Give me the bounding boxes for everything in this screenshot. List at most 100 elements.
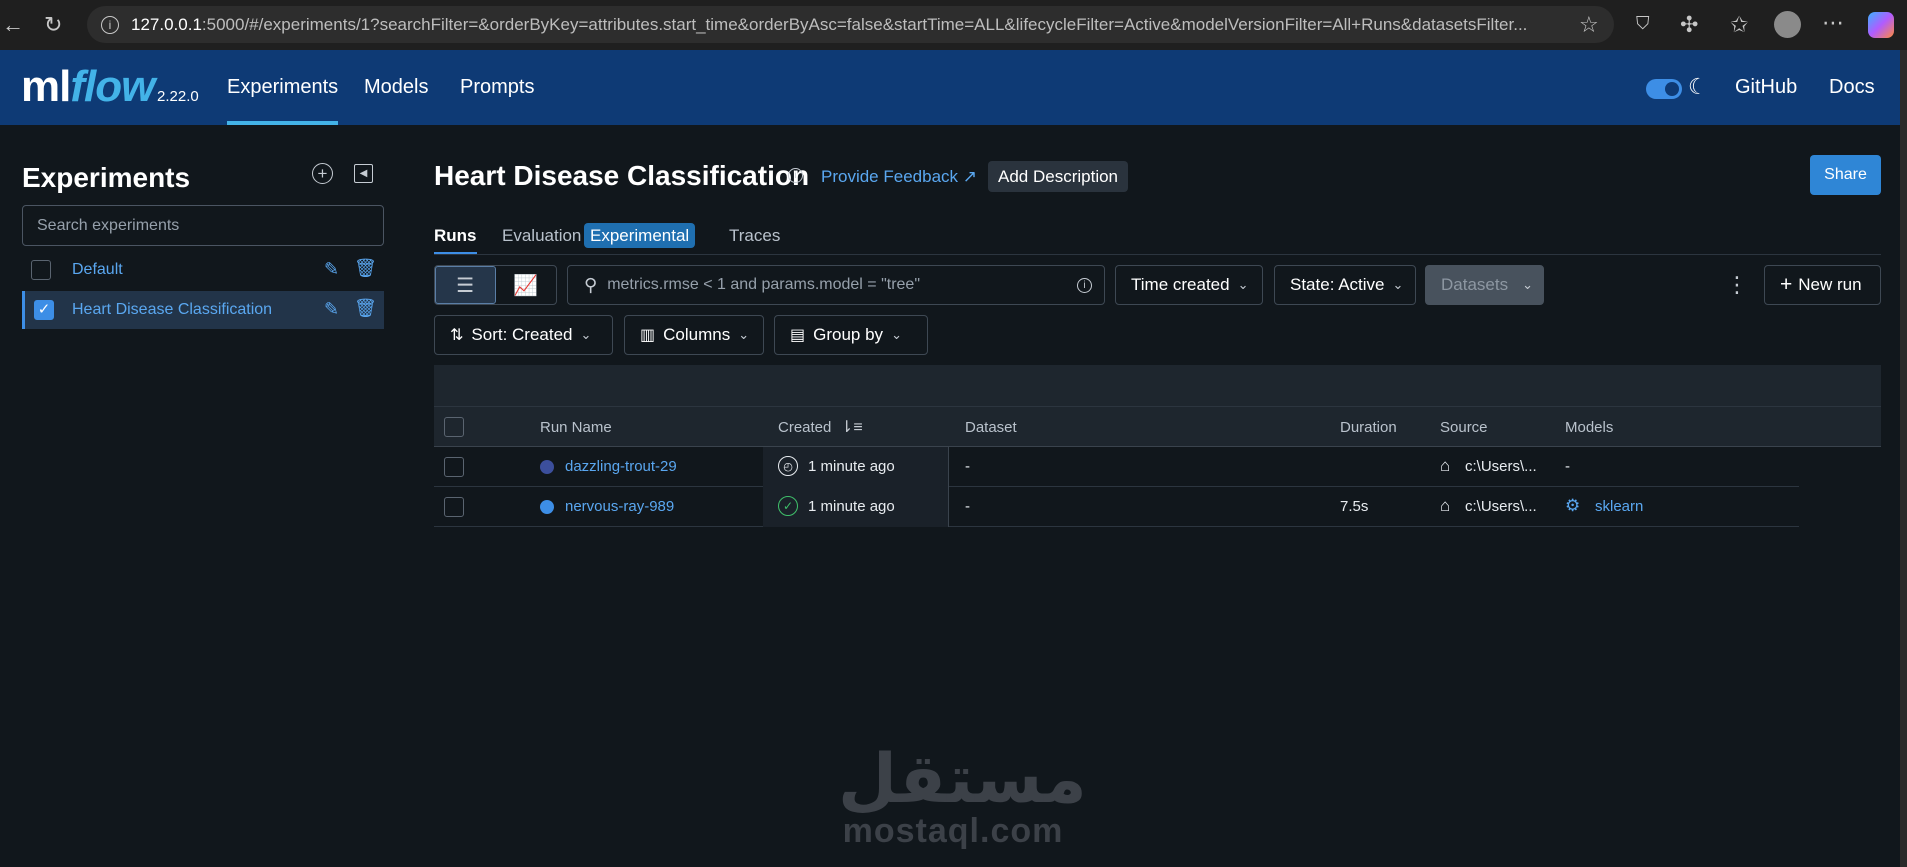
row-checkbox[interactable] bbox=[444, 497, 464, 517]
table-row[interactable]: dazzling-trout-29 ◴ 1 minute ago - ⌂ c:\… bbox=[434, 447, 1799, 487]
source-value[interactable]: c:\Users\... bbox=[1465, 498, 1537, 515]
add-experiment-icon[interactable]: + bbox=[312, 163, 333, 184]
back-arrow-icon[interactable]: ← bbox=[2, 12, 24, 38]
add-description-button[interactable]: Add Description bbox=[988, 161, 1129, 192]
table-view-icon[interactable]: ☰ bbox=[435, 266, 496, 304]
sort-label: Sort: Created bbox=[471, 325, 573, 344]
experiment-item-default[interactable]: Default ✎ 🗑 bbox=[22, 251, 384, 289]
col-models[interactable]: Models bbox=[1565, 419, 1613, 436]
mlflow-logo[interactable]: mlflow bbox=[21, 62, 155, 112]
search-info-icon[interactable]: i bbox=[1077, 277, 1092, 293]
select-all-checkbox[interactable] bbox=[444, 417, 464, 437]
chevron-down-icon: ⌄ bbox=[1237, 277, 1249, 292]
table-group-header bbox=[434, 365, 1881, 407]
state-dropdown[interactable]: State: Active ⌄ bbox=[1274, 265, 1416, 305]
models-link[interactable]: sklearn bbox=[1595, 498, 1643, 515]
chart-view-icon[interactable]: 📈 bbox=[496, 266, 556, 304]
dataset-value: - bbox=[965, 458, 970, 475]
experiment-item-heart-disease[interactable]: ✓ Heart Disease Classification ✎ 🗑 bbox=[22, 291, 384, 329]
experiment-name[interactable]: Default bbox=[72, 261, 123, 279]
extensions-icon[interactable]: ✣ bbox=[1680, 12, 1698, 38]
tab-evaluation[interactable]: Evaluation bbox=[502, 226, 581, 246]
tab-runs[interactable]: Runs bbox=[434, 226, 477, 255]
sort-desc-icon[interactable]: ⇂≡ bbox=[840, 417, 863, 437]
clock-icon: ◴ bbox=[778, 456, 798, 476]
site-info-icon[interactable]: i bbox=[101, 15, 119, 34]
chevron-down-icon: ⌄ bbox=[580, 327, 592, 342]
nav-models[interactable]: Models bbox=[364, 50, 428, 125]
experiment-checkbox-checked[interactable]: ✓ bbox=[34, 300, 54, 320]
time-created-dropdown[interactable]: Time created ⌄ bbox=[1115, 265, 1263, 305]
app-header: mlflow 2.22.0 Experiments Models Prompts… bbox=[0, 50, 1900, 125]
columns-dropdown[interactable]: ▥ Columns ⌄ bbox=[624, 315, 764, 355]
group-by-label: Group by bbox=[813, 325, 884, 344]
col-run-name[interactable]: Run Name bbox=[540, 419, 612, 436]
source-value[interactable]: c:\Users\... bbox=[1465, 458, 1537, 475]
reload-icon[interactable]: ↻ bbox=[44, 12, 62, 38]
chevron-down-icon: ⌄ bbox=[891, 327, 902, 342]
new-run-label: New run bbox=[1798, 275, 1862, 294]
toggle-knob bbox=[1665, 82, 1679, 96]
edit-icon[interactable]: ✎ bbox=[324, 299, 339, 320]
home-icon: ⌂ bbox=[1440, 456, 1451, 475]
favorites-icon[interactable]: ✩ bbox=[1730, 12, 1748, 38]
address-bar[interactable]: i 127.0.0.1:5000/#/experiments/1?searchF… bbox=[87, 6, 1614, 43]
profile-avatar[interactable] bbox=[1774, 11, 1801, 38]
theme-toggle[interactable] bbox=[1646, 79, 1682, 99]
run-name-link[interactable]: dazzling-trout-29 bbox=[565, 458, 677, 475]
more-options-icon[interactable]: ⋮ bbox=[1726, 272, 1748, 298]
moon-icon: ☾ bbox=[1688, 74, 1708, 99]
docs-label: Docs bbox=[1829, 76, 1875, 98]
collapse-sidebar-icon[interactable]: ◀ bbox=[354, 164, 373, 183]
datasets-label: Datasets bbox=[1441, 275, 1509, 294]
share-button[interactable]: Share bbox=[1810, 155, 1881, 195]
experiment-checkbox[interactable] bbox=[31, 260, 51, 280]
sort-dropdown[interactable]: ⇅ Sort: Created ⌄ bbox=[434, 315, 613, 355]
duration-value: 7.5s bbox=[1340, 498, 1369, 515]
github-link[interactable]: GitHub bbox=[1735, 50, 1797, 125]
provide-feedback-link[interactable]: Provide Feedback ↗ bbox=[821, 167, 977, 187]
nav-prompts[interactable]: Prompts bbox=[460, 50, 534, 125]
col-dataset[interactable]: Dataset bbox=[965, 419, 1017, 436]
run-search-input[interactable]: ⚲ metrics.rmse < 1 and params.model = "t… bbox=[567, 265, 1105, 305]
run-name-link[interactable]: nervous-ray-989 bbox=[565, 498, 674, 515]
delete-icon[interactable]: 🗑 bbox=[354, 298, 377, 319]
new-run-button[interactable]: + New run bbox=[1764, 265, 1881, 305]
tab-traces[interactable]: Traces bbox=[729, 226, 780, 246]
external-link-icon: ↗ bbox=[962, 167, 978, 186]
delete-icon[interactable]: 🗑 bbox=[354, 258, 377, 279]
run-color-dot bbox=[540, 500, 554, 514]
row-checkbox[interactable] bbox=[444, 457, 464, 477]
nav-models-label: Models bbox=[364, 76, 429, 98]
sidebar-title: Experiments bbox=[22, 162, 191, 193]
copilot-icon[interactable] bbox=[1868, 12, 1894, 38]
search-experiments-input[interactable]: Search experiments bbox=[22, 205, 384, 246]
version-label: 2.22.0 bbox=[157, 88, 199, 105]
state-label: State: Active bbox=[1290, 275, 1385, 294]
created-time: 1 minute ago bbox=[808, 458, 895, 475]
url-path: :5000/#/experiments/1?searchFilter=&orde… bbox=[201, 14, 1528, 34]
edit-icon[interactable]: ✎ bbox=[324, 259, 339, 280]
col-created[interactable]: Created bbox=[778, 419, 831, 436]
docs-link[interactable]: Docs bbox=[1829, 50, 1875, 125]
run-search-placeholder: metrics.rmse < 1 and params.model = "tre… bbox=[607, 276, 920, 293]
group-by-dropdown[interactable]: ▤ Group by ⌄ bbox=[774, 315, 928, 355]
page-scrollbar[interactable] bbox=[1900, 50, 1907, 867]
plus-icon: + bbox=[1780, 273, 1793, 296]
home-icon: ⌂ bbox=[1440, 496, 1451, 515]
table-row[interactable]: nervous-ray-989 ✓ 1 minute ago - 7.5s ⌂ … bbox=[434, 487, 1799, 527]
col-source[interactable]: Source bbox=[1440, 419, 1488, 436]
model-icon: ⚙ bbox=[1565, 496, 1581, 515]
check-circle-icon: ✓ bbox=[778, 496, 798, 516]
search-icon: ⚲ bbox=[584, 274, 598, 295]
favorite-star-icon[interactable]: ☆ bbox=[1579, 12, 1599, 38]
browser-toolbar: ← ↻ i 127.0.0.1:5000/#/experiments/1?sea… bbox=[0, 0, 1907, 50]
nav-experiments-label: Experiments bbox=[227, 76, 339, 98]
col-duration[interactable]: Duration bbox=[1340, 419, 1397, 436]
experiment-name[interactable]: Heart Disease Classification bbox=[72, 301, 272, 319]
nav-experiments[interactable]: Experiments bbox=[227, 50, 339, 125]
github-label: GitHub bbox=[1735, 76, 1798, 98]
shield-icon[interactable]: ⛉ bbox=[1636, 13, 1650, 34]
info-icon[interactable]: i bbox=[788, 168, 803, 183]
more-icon[interactable]: ⋯ bbox=[1822, 10, 1844, 36]
